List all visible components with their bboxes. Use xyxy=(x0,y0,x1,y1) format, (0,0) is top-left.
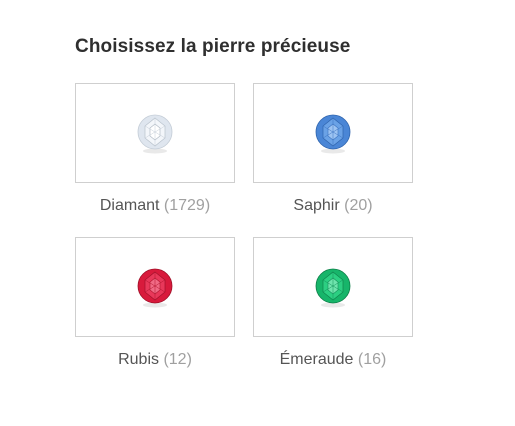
gemstone-selector: Choisissez la pierre précieuse Diamant (… xyxy=(0,0,515,426)
stone-name: Rubis xyxy=(118,351,159,368)
diamond-icon xyxy=(137,114,173,154)
stone-caption-rubis: Rubis (12) xyxy=(118,351,192,369)
stone-option-rubis[interactable]: Rubis (12) xyxy=(75,237,235,369)
stone-tile-diamant[interactable] xyxy=(75,83,235,183)
stone-caption-diamant: Diamant (1729) xyxy=(100,197,210,215)
stone-caption-saphir: Saphir (20) xyxy=(293,197,372,215)
stone-tile-saphir[interactable] xyxy=(253,83,413,183)
stone-tile-rubis[interactable] xyxy=(75,237,235,337)
sapphire-icon xyxy=(315,114,351,154)
stone-count: (12) xyxy=(163,351,192,368)
stone-option-diamant[interactable]: Diamant (1729) xyxy=(75,83,235,215)
gemstone-grid: Diamant (1729) Saphir (20) Rubis (12) Ém… xyxy=(75,83,413,369)
stone-count: (16) xyxy=(357,351,387,368)
stone-name: Saphir xyxy=(293,197,340,214)
stone-option-emeraude[interactable]: Émeraude (16) xyxy=(253,237,413,369)
stone-option-saphir[interactable]: Saphir (20) xyxy=(253,83,413,215)
stone-name: Émeraude xyxy=(279,351,354,368)
emerald-icon xyxy=(315,268,351,308)
stone-caption-emeraude: Émeraude (16) xyxy=(280,351,387,369)
stone-tile-emeraude[interactable] xyxy=(253,237,413,337)
stone-count: (20) xyxy=(344,197,373,214)
stone-name: Diamant xyxy=(99,197,160,214)
section-title: Choisissez la pierre précieuse xyxy=(75,36,351,57)
stone-count: (1729) xyxy=(163,197,211,214)
ruby-icon xyxy=(137,268,173,308)
